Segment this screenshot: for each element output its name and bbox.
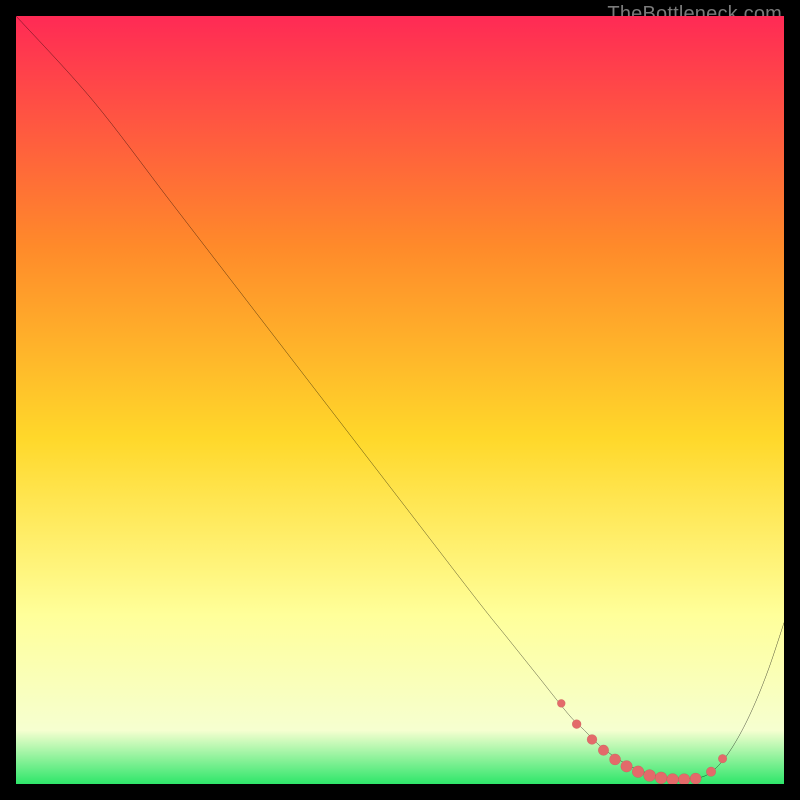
- highlight-dot: [572, 720, 581, 729]
- highlight-dot: [557, 699, 565, 707]
- highlight-dot: [678, 774, 690, 784]
- highlight-dot: [598, 745, 609, 756]
- highlight-dot: [655, 772, 667, 784]
- highlight-dot: [632, 766, 644, 778]
- bottleneck-chart: [16, 16, 784, 784]
- highlight-dot: [718, 754, 727, 763]
- gradient-background: [16, 16, 784, 784]
- chart-container: { "attribution": "TheBottleneck.com", "c…: [0, 0, 800, 800]
- highlight-dot: [587, 734, 597, 744]
- highlight-dot: [706, 767, 716, 777]
- highlight-dot: [644, 770, 656, 782]
- highlight-dot: [690, 773, 701, 784]
- highlight-dot: [621, 761, 633, 773]
- highlight-dot: [609, 754, 620, 765]
